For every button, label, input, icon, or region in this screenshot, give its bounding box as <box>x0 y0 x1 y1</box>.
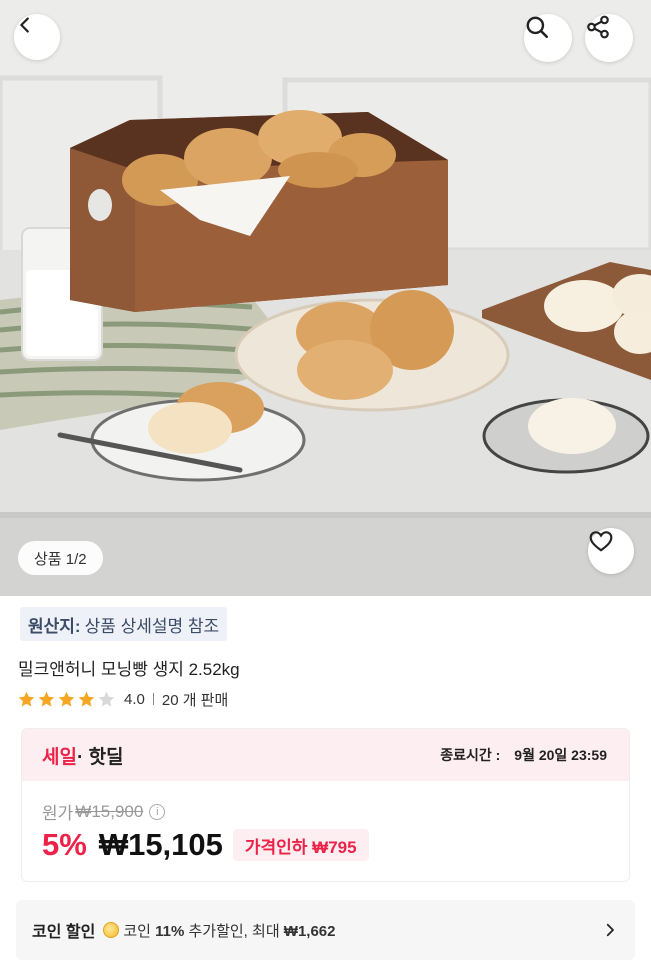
coin-desc-rate: 11% <box>155 922 185 940</box>
product-photo <box>0 0 651 596</box>
sold-count: 20 개 판매 <box>161 691 229 709</box>
final-price: ₩15,105 <box>98 827 223 862</box>
original-price-label: 원가 <box>42 804 74 823</box>
star-icon <box>58 691 75 707</box>
origin-label: 원산지: <box>28 616 81 636</box>
divider <box>152 693 154 705</box>
origin-value: 상품 상세설명 참조 <box>84 616 220 636</box>
sale-header: 세일· 핫딜 종료시간 : 9월 20일 23:59 <box>22 729 629 781</box>
star-icon <box>38 691 55 707</box>
star-icon <box>78 691 95 707</box>
star-rating <box>17 690 116 709</box>
coin-discount-title: 코인 할인 <box>32 924 96 941</box>
back-button[interactable] <box>14 14 60 60</box>
star-icon <box>18 691 35 707</box>
share-icon <box>587 15 609 39</box>
product-title: 밀크앤허니 모닝빵 생지 2.52kg <box>18 660 240 679</box>
rating-row[interactable]: 4.0 20 개 판매 <box>17 688 228 710</box>
hotdeal-label: · 핫딜 <box>76 746 124 768</box>
coin-discount-row[interactable]: 코인 할인 코인 11% 추가할인, 최대 ₩1,662 <box>16 900 635 960</box>
coin-desc-prefix: 코인 <box>123 922 156 940</box>
coin-discount-desc: 코인 11% 추가할인, 최대 ₩1,662 <box>123 920 335 941</box>
search-icon <box>526 16 549 39</box>
info-icon[interactable]: i <box>149 803 166 820</box>
coin-desc-suffix: 추가할인, 최대 <box>184 922 284 940</box>
end-time-label: 종료시간 : <box>440 747 501 763</box>
image-counter: 상품 1/2 <box>18 541 103 575</box>
price-cut-badge: 가격인하 ₩795 <box>232 829 369 861</box>
coin-icon <box>103 922 120 938</box>
heart-icon <box>589 531 613 552</box>
end-time-value: 9월 20일 23:59 <box>514 747 607 763</box>
like-button[interactable] <box>588 528 634 574</box>
chevron-left-icon <box>20 17 29 33</box>
original-price: ₩15,900 <box>75 801 144 821</box>
chevron-right-icon <box>606 923 614 937</box>
coin-desc-max: ₩1,662 <box>283 922 336 940</box>
original-price-row: 원가 ₩15,900 i <box>42 799 166 824</box>
discount-rate: 5% <box>42 827 87 862</box>
sale-label: 세일 <box>42 746 77 768</box>
search-button[interactable] <box>524 14 572 62</box>
origin-badge: 원산지: 상품 상세설명 참조 <box>20 607 228 641</box>
sale-card: 세일· 핫딜 종료시간 : 9월 20일 23:59 원가 ₩15,900 i 5… <box>21 728 630 882</box>
product-page: 상품 1/2 원산지: 상품 상세설명 참조 밀크앤허니 모닝빵 생지 2.52… <box>0 0 651 960</box>
star-icon <box>98 691 115 707</box>
product-image-carousel[interactable]: 상품 1/2 <box>0 0 651 596</box>
share-button[interactable] <box>585 14 633 62</box>
sale-tag: 세일· 핫딜 <box>42 742 124 769</box>
price-row: 5% ₩15,105 가격인하 ₩795 <box>42 827 369 863</box>
rating-score: 4.0 <box>124 690 145 708</box>
end-time: 종료시간 : 9월 20일 23:59 <box>440 745 607 765</box>
